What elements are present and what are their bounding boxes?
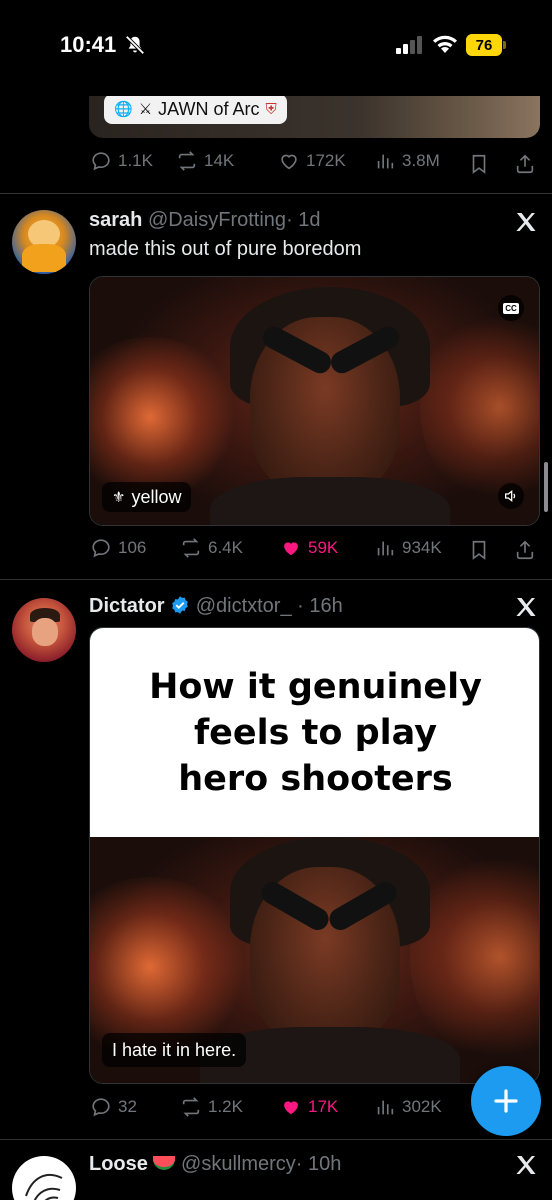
like-button[interactable]: 59K: [280, 537, 338, 559]
views-icon: [377, 154, 394, 169]
user-handle[interactable]: @DaisyFrotting: [148, 209, 286, 231]
meme-caption-line: hero shooters: [178, 758, 453, 799]
views-count: 934K: [402, 538, 442, 557]
user-handle[interactable]: @dictxtor_: [196, 595, 292, 617]
like-count: 17K: [308, 1097, 339, 1116]
like-count: 172K: [306, 151, 346, 170]
reply-button[interactable]: 106: [90, 537, 146, 559]
swords-emoji-icon: ⚔: [138, 101, 153, 118]
cc-icon: CC: [503, 302, 519, 314]
reply-icon: [92, 1098, 110, 1117]
like-icon: [284, 542, 298, 556]
views-button[interactable]: 302K: [374, 1096, 442, 1118]
display-name[interactable]: Loose: [89, 1153, 148, 1175]
tweet-time: · 16h: [297, 595, 343, 617]
bell-muted-icon: [125, 35, 145, 55]
scrollbar-thumb[interactable]: [544, 462, 548, 512]
repost-count: 1.2K: [208, 1097, 243, 1116]
bookmark-icon[interactable]: [468, 153, 490, 175]
avatar[interactable]: [12, 210, 76, 274]
views-icon: [377, 541, 394, 556]
x-logo-icon[interactable]: [514, 595, 538, 619]
battery-level: 76: [466, 34, 502, 56]
avatar-drawing: [25, 1173, 63, 1200]
repost-button[interactable]: 1.2K: [180, 1096, 243, 1118]
views-count: 302K: [402, 1097, 442, 1116]
tweet-divider: [0, 1139, 552, 1140]
avatar[interactable]: [12, 598, 76, 662]
yellow-emoji-icon: ⚜: [112, 489, 126, 506]
compose-button[interactable]: [471, 1066, 541, 1136]
x-logo-icon[interactable]: [514, 1153, 538, 1177]
cellular-signal-icon: [396, 36, 422, 54]
views-button[interactable]: 934K: [374, 537, 442, 559]
closed-captions-button[interactable]: CC: [498, 295, 524, 321]
reply-count: 32: [118, 1097, 137, 1116]
tweet-time: · 10h: [295, 1153, 342, 1175]
like-button[interactable]: 17K: [280, 1096, 338, 1118]
speaker-icon: [505, 489, 516, 503]
reply-button[interactable]: 32: [90, 1096, 137, 1118]
media-tag-chip[interactable]: 🌐 ⚔ JAWN of Arc ⛨: [104, 94, 287, 124]
watermelon-emoji-icon: [153, 1156, 176, 1170]
like-icon: [284, 1101, 298, 1115]
media-tag-chip[interactable]: ⚜ yellow: [102, 482, 192, 512]
tweet-divider: [0, 579, 552, 580]
reply-button[interactable]: 1.1K: [90, 150, 153, 172]
reply-count: 106: [118, 538, 147, 557]
repost-icon: [178, 151, 196, 171]
like-count: 59K: [308, 538, 339, 557]
wifi-icon: [433, 35, 457, 53]
reply-count: 1.1K: [118, 151, 153, 170]
video-frame: I hate it in here.: [90, 837, 539, 1083]
tweet-divider: [0, 193, 552, 194]
user-handle[interactable]: @skullmercy: [181, 1153, 296, 1175]
compose-plus-icon: [494, 1089, 518, 1113]
views-icon: [377, 1100, 394, 1115]
x-logo-icon[interactable]: [514, 210, 538, 234]
globe-emoji-icon: 🌐: [114, 101, 133, 118]
tweet-text: made this out of pure boredom: [89, 238, 362, 260]
meme-caption-line: How it genuinely: [149, 666, 482, 707]
share-icon[interactable]: [514, 539, 536, 561]
tweet-header: Loose @skullmercy· 10h: [89, 1153, 341, 1176]
repost-button[interactable]: 14K: [176, 150, 234, 172]
repost-icon: [182, 1097, 200, 1117]
media-tag-label: JAWN of Arc: [158, 98, 260, 119]
display-name[interactable]: sarah: [89, 209, 142, 231]
shield-emoji-icon: ⛨: [265, 100, 277, 118]
tweet-video[interactable]: How it genuinely feels to play hero shoo…: [89, 627, 540, 1084]
tweet-time: · 1d: [286, 209, 321, 231]
media-tag-label: yellow: [131, 486, 182, 507]
meme-caption-line: feels to play: [193, 712, 438, 753]
subtitle-text: I hate it in here.: [112, 1039, 237, 1060]
share-icon[interactable]: [514, 153, 536, 175]
status-time: 10:41: [60, 32, 117, 57]
like-button[interactable]: 172K: [278, 150, 346, 172]
like-icon: [281, 154, 297, 170]
reply-icon: [92, 539, 110, 558]
tweet-header: Dictator @dictxtor_ · 16h: [89, 595, 343, 618]
bookmark-icon[interactable]: [468, 539, 490, 561]
verified-badge-icon: [172, 596, 188, 614]
reply-icon: [92, 152, 110, 171]
repost-icon: [182, 538, 200, 558]
repost-button[interactable]: 6.4K: [180, 537, 243, 559]
battery-indicator: 76: [466, 34, 506, 56]
display-name[interactable]: Dictator: [89, 595, 165, 617]
volume-button[interactable]: [498, 483, 524, 509]
repost-count: 6.4K: [208, 538, 243, 557]
tweet-video[interactable]: CC ⚜ yellow: [89, 276, 540, 526]
status-bar: 10:41 76: [0, 0, 552, 96]
repost-count: 14K: [204, 151, 235, 170]
video-subtitle: I hate it in here.: [102, 1033, 247, 1067]
tweet-header: sarah @DaisyFrotting· 1d: [89, 209, 321, 232]
views-count: 3.8M: [402, 151, 440, 170]
avatar[interactable]: [12, 1156, 76, 1200]
views-button[interactable]: 3.8M: [374, 150, 440, 172]
meme-caption-panel: How it genuinely feels to play hero shoo…: [90, 628, 539, 837]
